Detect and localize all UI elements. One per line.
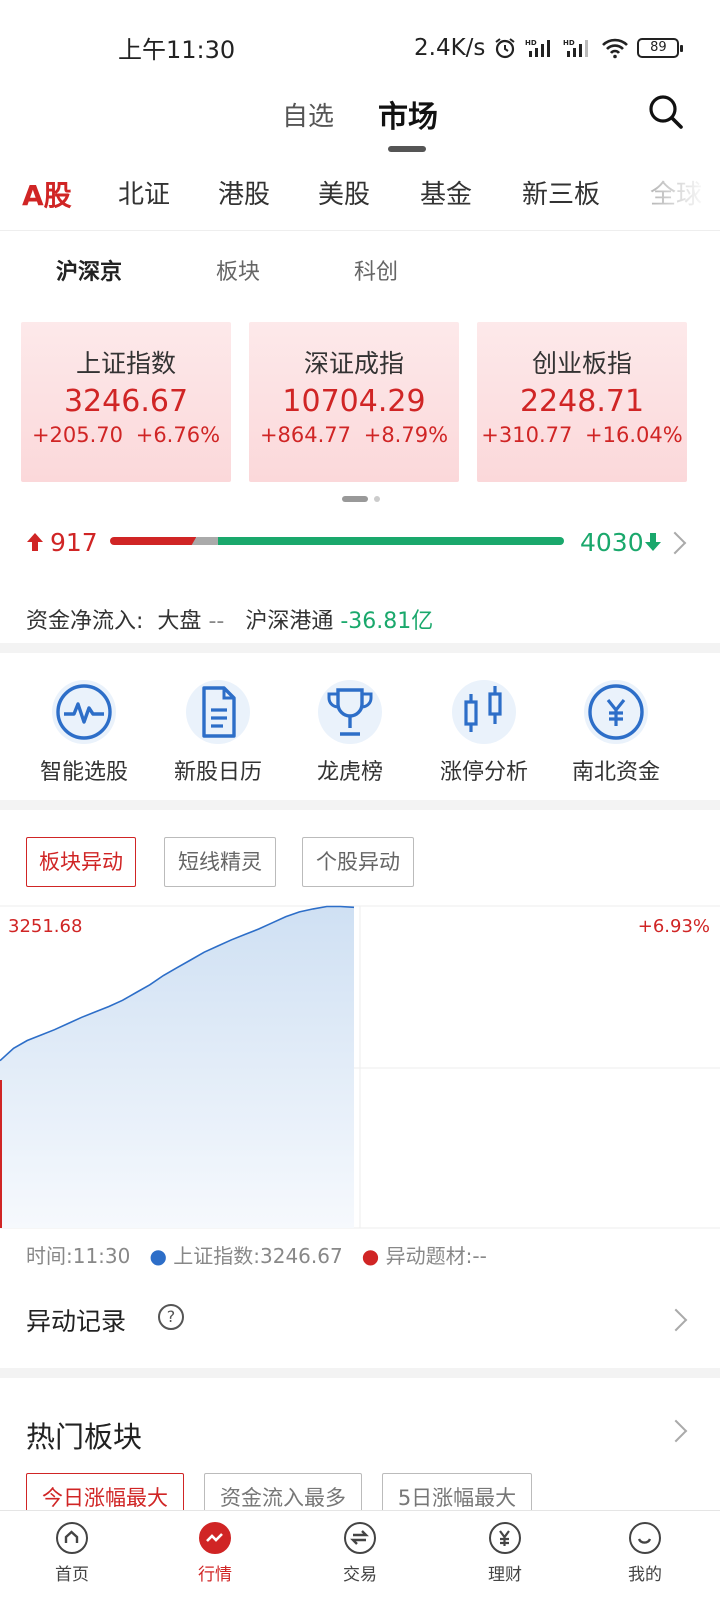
status-indicators: 2.4K/s HD HD 89 (414, 30, 684, 66)
subtab-star[interactable]: 科创 (354, 254, 398, 286)
tab-sector-anomaly[interactable]: 板块异动 (26, 837, 136, 887)
index-name: 深证成指 (303, 349, 404, 378)
arrow-up-icon (27, 533, 43, 551)
hot-sectors-chevron-icon[interactable] (664, 1419, 688, 1443)
anomaly-record-title[interactable]: 异动记录 (26, 1302, 126, 1338)
nav-label: 行情 (198, 1565, 232, 1585)
smile-icon (629, 1522, 661, 1554)
tab-market[interactable]: 市场 (378, 92, 438, 136)
hot-sectors-title[interactable]: 热门板块 (26, 1414, 142, 1456)
trophy-icon (318, 680, 382, 744)
quick-label: 新股日历 (173, 760, 262, 785)
battery-icon: 89 (637, 38, 684, 58)
index-value: 3246.67 (63, 384, 189, 419)
index-change: +310.77 +16.04% (481, 423, 683, 447)
index-change: +864.77 +8.79% (259, 423, 449, 447)
tab-us[interactable]: 美股 (318, 174, 370, 211)
alarm-icon (495, 38, 516, 59)
tab-neeq[interactable]: 新三板 (522, 174, 600, 211)
subtab-hushenjing[interactable]: 沪深京 (56, 254, 122, 286)
nav-label: 首页 (55, 1565, 89, 1585)
home-icon (56, 1522, 88, 1554)
index-change: +205.70 +6.76% (31, 423, 221, 447)
index-value: 10704.29 (282, 384, 426, 419)
quick-label: 涨停分析 (439, 760, 528, 785)
nav-wealth[interactable]: 理财 (460, 1522, 550, 1585)
tab-hk[interactable]: 港股 (218, 174, 270, 211)
index-card-chinext[interactable]: 创业板指 2248.71 +310.77 +16.04% (477, 322, 687, 482)
quick-ipo-calendar[interactable]: 新股日历 (158, 680, 278, 786)
document-icon (186, 680, 250, 744)
divider (0, 230, 720, 231)
quick-smart-pick[interactable]: 智能选股 (24, 680, 144, 786)
legend-theme: 异动题材:-- (385, 1244, 487, 1268)
tab-short-term-spirit[interactable]: 短线精灵 (164, 837, 276, 887)
signal-icon: HD (525, 39, 551, 57)
tab-beizheng[interactable]: 北证 (118, 174, 170, 211)
quick-label: 智能选股 (39, 760, 128, 785)
quick-label: 龙虎榜 (316, 760, 383, 785)
status-time: 上午11:30 (118, 36, 236, 64)
nav-label: 理财 (488, 1565, 522, 1585)
breadth-bar-down (218, 537, 564, 545)
fund-flow: 资金净流入: 大盘 -- 沪深港通 -36.81亿 (26, 609, 434, 634)
pulse-icon (52, 680, 116, 744)
tab-fund[interactable]: 基金 (420, 174, 472, 211)
svg-text:HD: HD (563, 39, 575, 47)
index-card-sse[interactable]: 上证指数 3246.67 +205.70 +6.76% (21, 322, 231, 482)
legend-time: 时间:11:30 (26, 1244, 131, 1268)
breadth-bar-up (110, 537, 196, 545)
quick-label: 南北资金 (571, 760, 660, 785)
nav-trade[interactable]: 交易 (315, 1522, 405, 1585)
rising-count: 917 (50, 528, 98, 557)
anomaly-record-chevron-icon[interactable] (664, 1308, 688, 1332)
anomaly-bar (0, 1080, 2, 1228)
carousel-dots (342, 496, 380, 502)
chart-y-top-pct: +6.93% (638, 916, 710, 937)
help-icon[interactable]: ? (158, 1304, 184, 1330)
network-speed: 2.4K/s (414, 35, 486, 61)
search-icon[interactable] (646, 92, 686, 132)
nav-me[interactable]: 我的 (600, 1522, 690, 1585)
price-area (0, 906, 354, 1228)
index-name: 创业板指 (531, 349, 632, 378)
chart-legend: 时间:11:30 ● 上证指数:3246.67 ● 异动题材:-- (26, 1244, 487, 1268)
tab-stock-anomaly[interactable]: 个股异动 (302, 837, 414, 887)
nav-market[interactable]: 行情 (170, 1522, 260, 1585)
section-separator (0, 643, 720, 653)
index-name: 上证指数 (75, 349, 176, 378)
tab-watchlist[interactable]: 自选 (282, 96, 334, 133)
carousel-dot (374, 496, 380, 502)
nav-label: 我的 (628, 1565, 662, 1585)
arrow-down-icon (645, 533, 661, 551)
index-card-szse[interactable]: 深证成指 10704.29 +864.77 +8.79% (249, 322, 459, 482)
yuan-icon (584, 680, 648, 744)
yuan-coin-icon (489, 1522, 521, 1554)
falling-count: 4030 (580, 528, 644, 557)
tab-indicator (388, 146, 426, 152)
svg-text:HD: HD (525, 39, 537, 47)
section-separator (0, 1368, 720, 1378)
chart-y-top-label: 3251.68 (8, 916, 82, 937)
subtab-sector[interactable]: 板块 (216, 254, 260, 286)
signal-icon-2: HD (563, 39, 589, 57)
candlestick-icon (452, 680, 516, 744)
quick-dragon-tiger[interactable]: 龙虎榜 (290, 680, 410, 786)
wifi-icon (602, 38, 629, 59)
quick-limit-up[interactable]: 涨停分析 (424, 680, 544, 786)
tabs-fade (640, 168, 720, 228)
quick-north-south-funds[interactable]: 南北资金 (556, 680, 676, 786)
nav-home[interactable]: 首页 (27, 1522, 117, 1585)
exchange-icon (344, 1522, 376, 1554)
trend-icon (199, 1522, 231, 1554)
legend-index: 上证指数:3246.67 (173, 1244, 343, 1268)
nav-label: 交易 (343, 1565, 377, 1585)
tab-a-shares[interactable]: A股 (22, 174, 72, 214)
carousel-dot-active (342, 496, 368, 502)
index-value: 2248.71 (519, 384, 645, 419)
intraday-chart[interactable]: 3251.68 +6.93% (0, 904, 720, 1230)
section-separator (0, 800, 720, 810)
